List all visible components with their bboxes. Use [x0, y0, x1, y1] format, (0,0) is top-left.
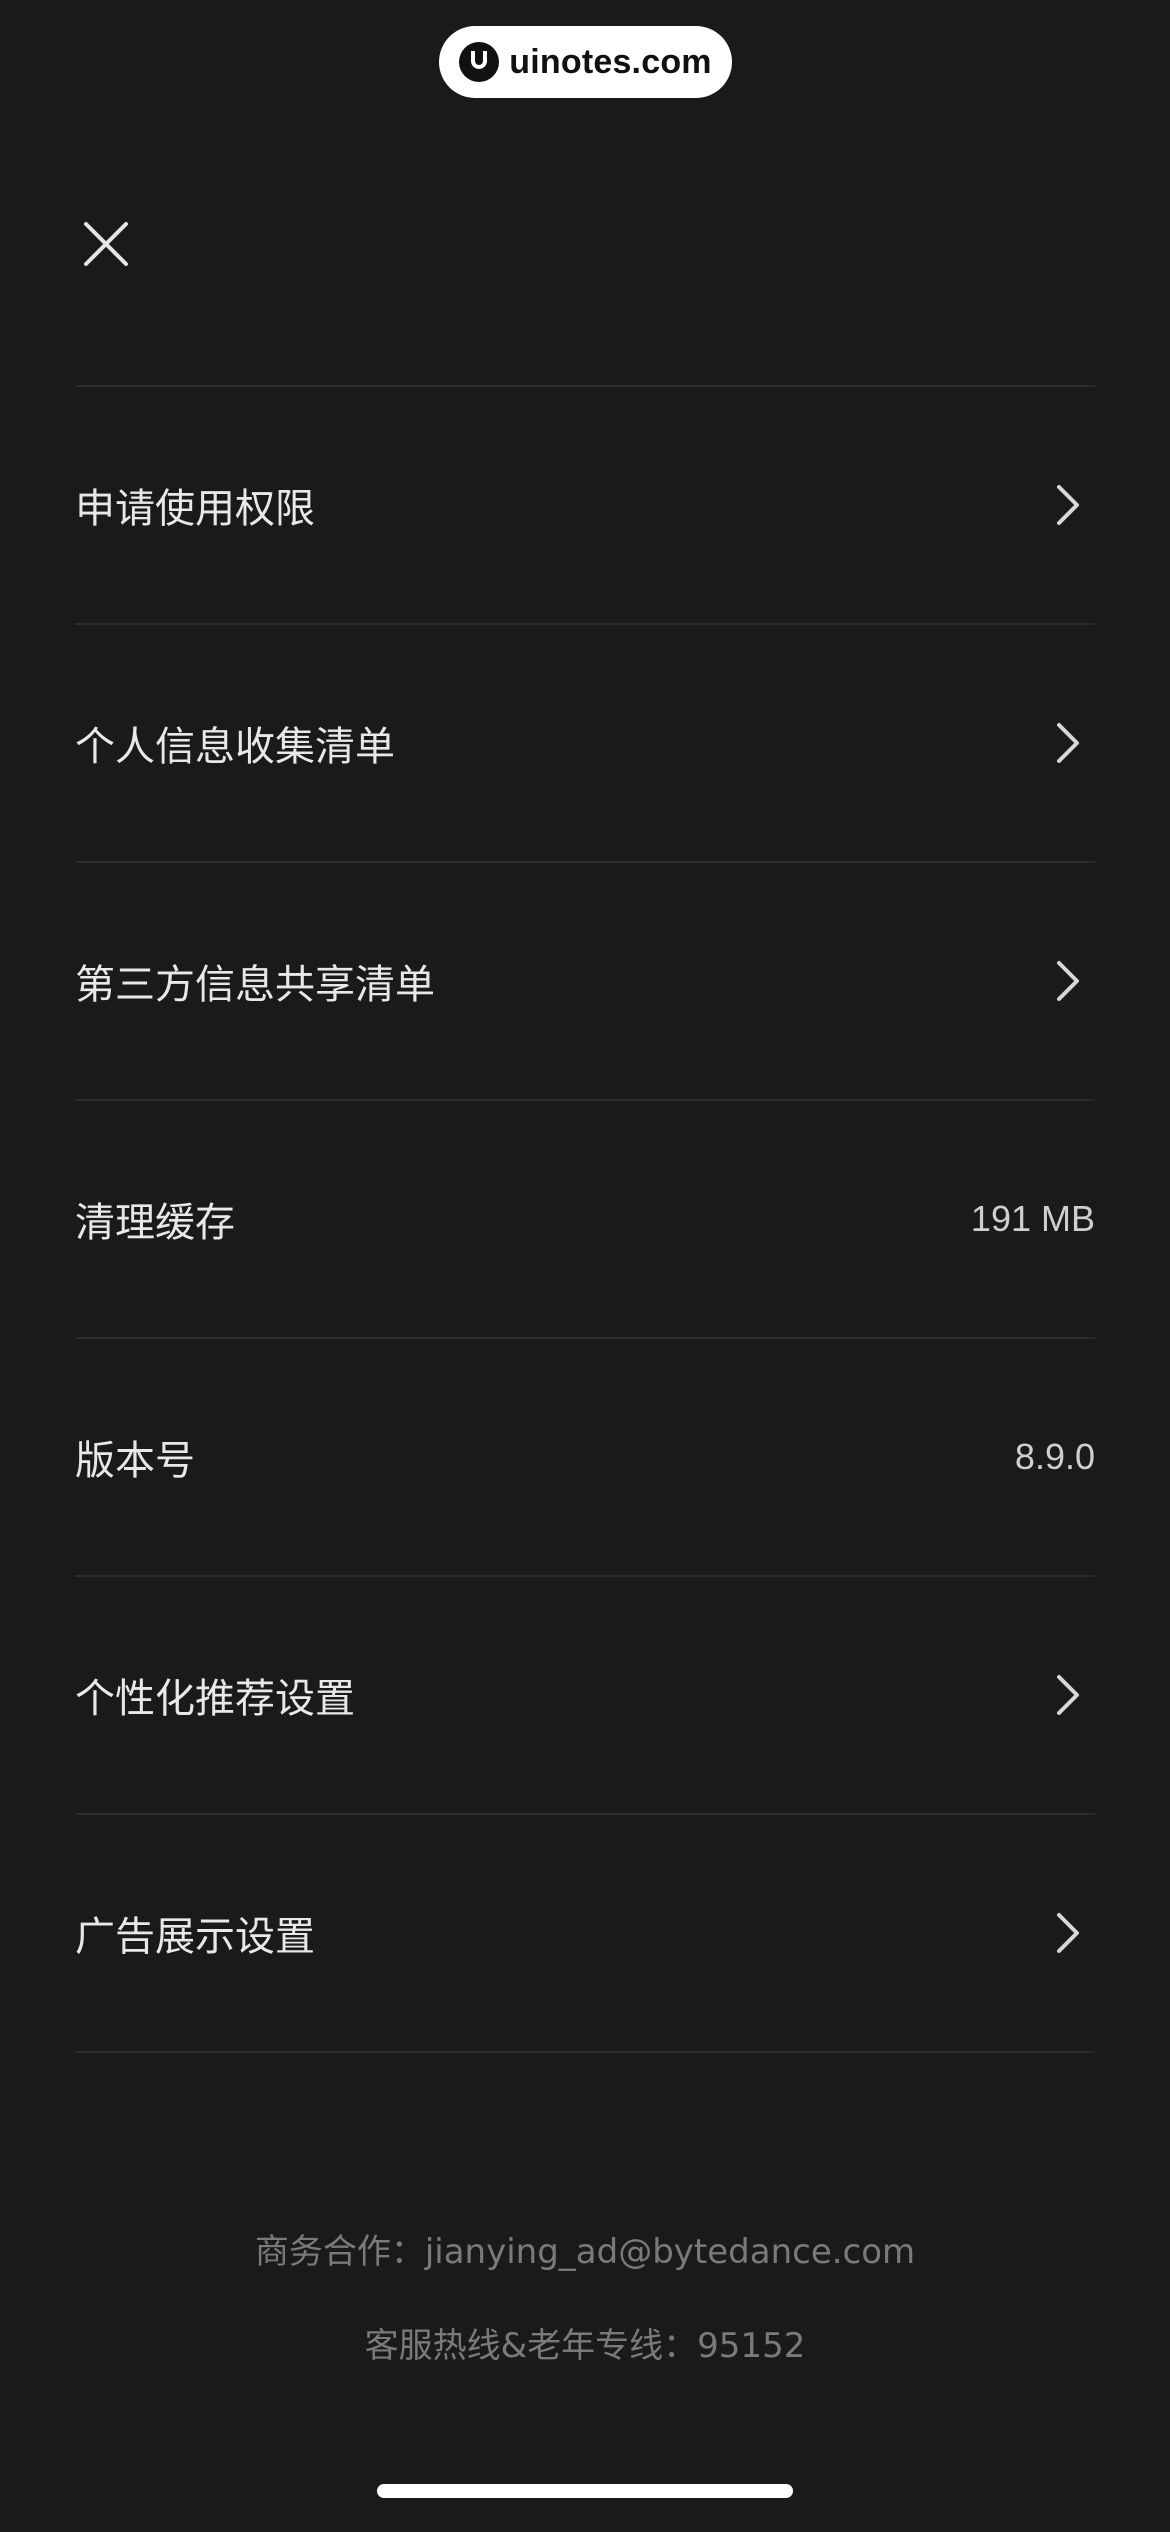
- settings-item-label: 申请使用权限: [75, 486, 315, 532]
- settings-item-label: 个人信息收集清单: [75, 724, 395, 770]
- close-button[interactable]: [76, 214, 136, 274]
- watermark-text: uinotes.com: [509, 42, 712, 81]
- watermark-badge: uinotes.com: [439, 26, 732, 98]
- version-value: 8.9.0: [1014, 1436, 1095, 1477]
- chevron-right-icon: [1057, 485, 1079, 525]
- chevron-right-icon: [1057, 1675, 1079, 1715]
- chevron-right-icon: [1057, 961, 1079, 1001]
- settings-list: 申请使用权限 个人信息收集清单 第三方信息共享清单 清理缓存 191 MB 版本…: [75, 385, 1095, 2053]
- settings-item-ad-display[interactable]: 广告展示设置: [75, 1815, 1095, 2053]
- settings-item-label: 第三方信息共享清单: [75, 962, 435, 1008]
- close-icon: [84, 222, 128, 266]
- settings-item-label: 版本号: [75, 1438, 195, 1484]
- settings-item-label: 清理缓存: [75, 1200, 235, 1246]
- settings-item-version: 版本号 8.9.0: [75, 1339, 1095, 1577]
- settings-item-personal-info-list[interactable]: 个人信息收集清单: [75, 625, 1095, 863]
- settings-item-label: 个性化推荐设置: [75, 1676, 355, 1722]
- cache-size-value: 191 MB: [970, 1198, 1095, 1239]
- settings-item-clear-cache[interactable]: 清理缓存 191 MB: [75, 1101, 1095, 1339]
- business-contact-text: 商务合作：jianying_ad@bytedance.com: [254, 2232, 916, 2272]
- settings-item-label: 广告展示设置: [75, 1914, 315, 1960]
- uinotes-logo-icon: [459, 42, 500, 82]
- settings-item-personalized-recommendation[interactable]: 个性化推荐设置: [75, 1577, 1095, 1815]
- home-indicator[interactable]: [377, 2484, 793, 2498]
- chevron-right-icon: [1057, 1913, 1079, 1953]
- hotline-text: 客服热线&老年专线：95152: [364, 2326, 806, 2366]
- chevron-right-icon: [1057, 723, 1079, 763]
- settings-item-permissions[interactable]: 申请使用权限: [75, 387, 1095, 625]
- settings-item-third-party-sharing[interactable]: 第三方信息共享清单: [75, 863, 1095, 1101]
